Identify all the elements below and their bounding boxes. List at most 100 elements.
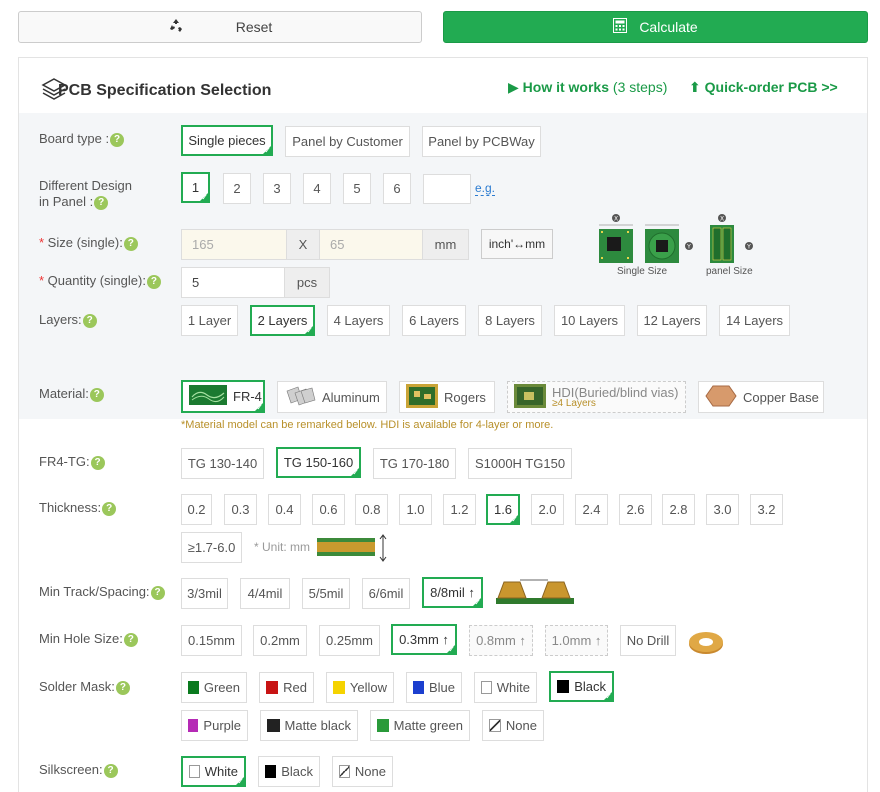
thickness-3-2[interactable]: 3.2	[750, 494, 783, 525]
mask-green[interactable]: Green	[181, 672, 247, 703]
help-icon[interactable]: ?	[94, 195, 109, 210]
material-hdi[interactable]: HDI(Buried/blind vias) ≥4 Layers	[507, 381, 686, 413]
mask-yellow[interactable]: Yellow	[326, 672, 394, 703]
board-type-panel-pcbway[interactable]: Panel by PCBWay	[422, 126, 541, 157]
board-type-single[interactable]: Single pieces	[181, 125, 273, 156]
help-icon[interactable]: ?	[103, 763, 118, 778]
track-8-8[interactable]: 8/8mil ↑	[422, 577, 483, 608]
mask-blue[interactable]: Blue	[406, 672, 462, 703]
design-option-2[interactable]: 2	[223, 173, 251, 204]
size-height-input[interactable]: 65	[319, 229, 423, 260]
mask-matte-black[interactable]: Matte black	[260, 710, 358, 741]
svg-text:X: X	[614, 216, 618, 223]
layers-12[interactable]: 12 Layers	[637, 305, 707, 336]
hole-0-15[interactable]: 0.15mm	[181, 625, 242, 656]
thickness-2-4[interactable]: 2.4	[575, 494, 608, 525]
hole-0-2[interactable]: 0.2mm	[253, 625, 307, 656]
material-fr4[interactable]: FR-4	[181, 380, 265, 413]
help-icon[interactable]: ?	[123, 236, 138, 251]
thickness-2-6[interactable]: 2.6	[619, 494, 652, 525]
hole-no-drill[interactable]: No Drill	[620, 625, 676, 656]
quick-order-link[interactable]: ⬆ Quick-order PCB >>	[689, 79, 838, 96]
silk-black[interactable]: Black	[258, 756, 320, 787]
none-swatch	[339, 765, 350, 778]
thickness-0-3[interactable]: 0.3	[224, 494, 257, 525]
track-6-6[interactable]: 6/6mil	[362, 578, 410, 609]
recycle-icon	[168, 18, 184, 37]
black-swatch	[557, 680, 570, 693]
layers-8[interactable]: 8 Layers	[478, 305, 542, 336]
mask-matte-green[interactable]: Matte green	[370, 710, 470, 741]
help-icon[interactable]: ?	[82, 313, 97, 328]
layers-2[interactable]: 2 Layers	[250, 305, 315, 336]
help-icon[interactable]: ?	[123, 632, 138, 647]
help-icon[interactable]: ?	[102, 501, 117, 516]
help-icon[interactable]: ?	[146, 274, 161, 289]
page-title: PCB Specification Selection	[58, 82, 272, 99]
design-option-6[interactable]: 6	[383, 173, 411, 204]
thickness-0-2[interactable]: 0.2	[181, 494, 212, 525]
tg-130-140[interactable]: TG 130-140	[181, 448, 264, 479]
inch-mm-toggle[interactable]: inch'↔mm	[481, 229, 553, 259]
mask-black[interactable]: Black	[549, 671, 614, 702]
tg-150-160[interactable]: TG 150-160	[276, 447, 361, 478]
track-spacing-icon	[494, 576, 576, 611]
eg-link[interactable]: e.g.	[475, 181, 496, 196]
design-label: Different Design in Panel :?	[39, 178, 132, 210]
layers-4[interactable]: 4 Layers	[327, 305, 390, 336]
mask-red[interactable]: Red	[259, 672, 314, 703]
material-aluminum[interactable]: Aluminum	[277, 381, 387, 413]
layers-10[interactable]: 10 Layers	[554, 305, 625, 336]
how-it-works-link[interactable]: ▶ How it works (3 steps)	[508, 79, 667, 96]
design-option-1[interactable]: 1	[181, 172, 210, 203]
help-icon[interactable]: ?	[150, 585, 165, 600]
thickness-3-0[interactable]: 3.0	[706, 494, 739, 525]
layers-6[interactable]: 6 Layers	[402, 305, 466, 336]
silk-white[interactable]: White	[181, 756, 246, 787]
mask-white[interactable]: White	[474, 672, 537, 703]
design-custom-input[interactable]	[423, 174, 471, 204]
thickness-0-6[interactable]: 0.6	[312, 494, 345, 525]
thickness-1-0[interactable]: 1.0	[399, 494, 432, 525]
quantity-input[interactable]: 5	[181, 267, 285, 298]
hole-1-0[interactable]: 1.0mm ↑	[545, 625, 608, 656]
thickness-0-8[interactable]: 0.8	[355, 494, 388, 525]
upload-arrow-icon: ⬆	[689, 79, 705, 95]
help-icon[interactable]: ?	[115, 680, 130, 695]
thickness-1-2[interactable]: 1.2	[443, 494, 476, 525]
tg-170-180[interactable]: TG 170-180	[373, 448, 456, 479]
reset-button[interactable]: Reset	[18, 11, 422, 43]
design-option-3[interactable]: 3	[263, 173, 291, 204]
size-width-input[interactable]: 165	[181, 229, 287, 260]
material-rogers[interactable]: Rogers	[399, 381, 495, 413]
size-label: * Size (single):?	[39, 235, 138, 251]
layers-14[interactable]: 14 Layers	[719, 305, 790, 336]
track-3-3[interactable]: 3/3mil	[181, 578, 228, 609]
matte-green-swatch	[377, 719, 389, 732]
hole-0-25[interactable]: 0.25mm	[319, 625, 380, 656]
thickness-0-4[interactable]: 0.4	[268, 494, 301, 525]
help-icon[interactable]: ?	[110, 132, 125, 147]
board-type-panel-customer[interactable]: Panel by Customer	[285, 126, 410, 157]
help-icon[interactable]: ?	[90, 455, 105, 470]
material-copper-base[interactable]: Copper Base	[698, 381, 824, 413]
silkscreen-label: Silkscreen:?	[39, 762, 118, 778]
mask-none[interactable]: None	[482, 710, 544, 741]
thickness-custom[interactable]: ≥1.7-6.0	[181, 532, 242, 563]
tg-s1000h[interactable]: S1000H TG150	[468, 448, 572, 479]
track-4-4[interactable]: 4/4mil	[240, 578, 290, 609]
layers-1[interactable]: 1 Layer	[181, 305, 238, 336]
silk-none[interactable]: None	[332, 756, 393, 787]
thickness-2-0[interactable]: 2.0	[531, 494, 564, 525]
thickness-2-8[interactable]: 2.8	[662, 494, 695, 525]
track-5-5[interactable]: 5/5mil	[302, 578, 350, 609]
thickness-1-6[interactable]: 1.6	[486, 494, 520, 525]
design-option-5[interactable]: 5	[343, 173, 371, 204]
yellow-swatch	[333, 681, 345, 694]
design-option-4[interactable]: 4	[303, 173, 331, 204]
hole-0-3[interactable]: 0.3mm ↑	[391, 624, 457, 655]
help-icon[interactable]: ?	[89, 387, 104, 402]
hole-0-8[interactable]: 0.8mm ↑	[469, 625, 533, 656]
mask-purple[interactable]: Purple	[181, 710, 248, 741]
calculate-button[interactable]: Calculate	[443, 11, 868, 43]
